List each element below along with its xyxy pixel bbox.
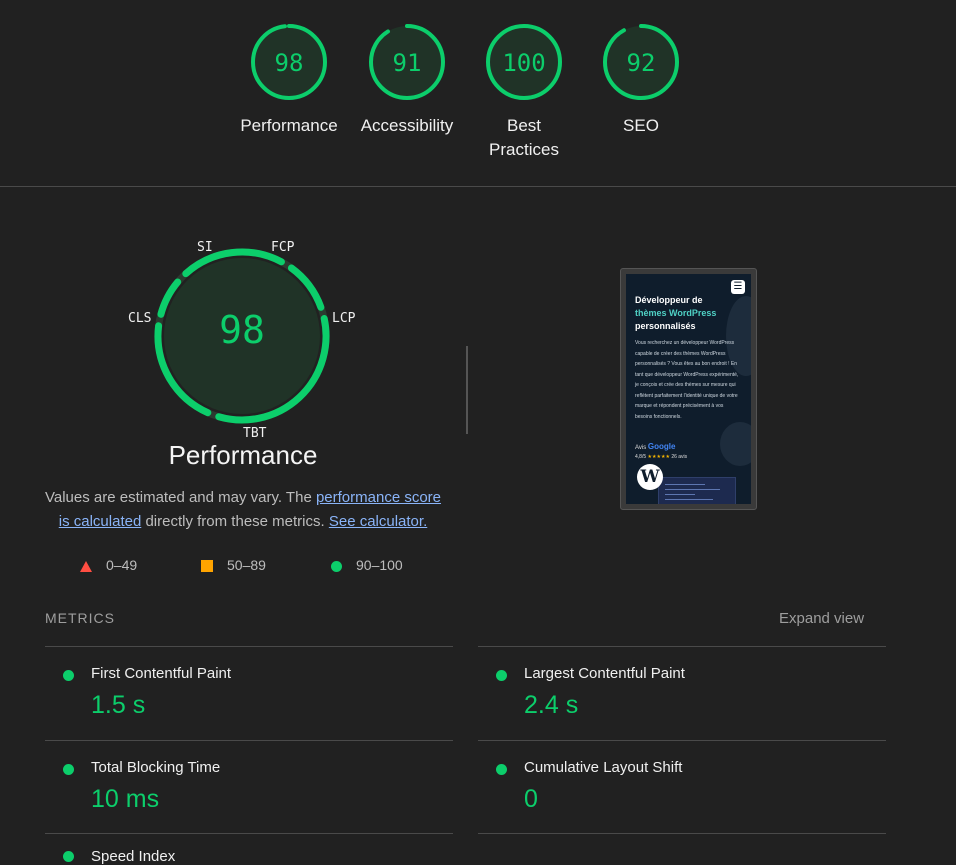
gauge-accessibility[interactable]: 91 Accessibility — [342, 22, 472, 138]
gauge-label: Accessibility — [360, 116, 454, 135]
pass-circle-icon — [63, 764, 74, 775]
header-divider — [0, 186, 956, 187]
metric-name: Largest Contentful Paint — [524, 665, 685, 682]
gauge-score: 91 — [392, 49, 422, 77]
gauge-label: Performance — [240, 116, 338, 135]
vertical-divider — [466, 346, 468, 434]
rating-value: 4,8/5 — [635, 454, 647, 460]
category-gauges: 98 Performance 91 Accessibility 100 Best… — [0, 0, 956, 186]
gauge-score: 100 — [502, 49, 546, 77]
metric-tbt: Total Blocking Time 10 ms — [45, 741, 453, 833]
legend-label: 50–89 — [227, 557, 266, 573]
note-text: Values are estimated and may vary. The — [44, 489, 316, 506]
gauge-score: 98 — [274, 49, 304, 77]
metric-name: Total Blocking Time — [91, 759, 221, 776]
triangle-icon — [80, 560, 92, 572]
score-note: Values are estimated and may vary. The p… — [40, 486, 446, 534]
reviews-prefix: Avis — [635, 445, 647, 451]
pass-circle-icon — [496, 764, 507, 775]
hamburger-menu-icon: ☰ — [731, 280, 745, 294]
star-icons: ★★★★★ — [647, 454, 670, 460]
metric-name: Cumulative Layout Shift — [524, 759, 683, 776]
gauge-label: Best Practices — [489, 116, 559, 159]
gauge-score: 92 — [626, 49, 656, 77]
metric-value: 2.4 s — [524, 691, 579, 719]
note-text: directly from these metrics. — [141, 513, 329, 530]
metric-cls: Cumulative Layout Shift 0 — [478, 741, 886, 833]
code-editor-image — [658, 477, 736, 504]
performance-title: Performance — [168, 440, 318, 470]
legend-pass: 90–100 — [331, 557, 403, 573]
legend-fail: 0–49 — [80, 557, 137, 573]
metric-name-si: Speed Index — [91, 848, 176, 865]
legend-average: 50–89 — [201, 557, 266, 573]
tag-cls[interactable]: CLS — [128, 311, 151, 326]
metric-lcp: Largest Contentful Paint 2.4 s — [478, 647, 886, 740]
gauge-performance[interactable]: 98 Performance — [224, 22, 354, 138]
heading-line: Développeur de — [635, 295, 703, 305]
pass-circle-icon — [63, 851, 74, 862]
pass-circle-icon — [496, 670, 507, 681]
tag-lcp[interactable]: LCP — [332, 311, 355, 326]
bg-circle — [720, 422, 751, 466]
performance-score: 98 — [219, 308, 265, 352]
metric-fcp: First Contentful Paint 1.5 s — [45, 647, 453, 740]
wordpress-logo-icon: W — [637, 464, 663, 490]
metrics-heading: METRICS — [45, 610, 115, 626]
legend-label: 90–100 — [356, 557, 403, 573]
gauge-seo[interactable]: 92 SEO — [576, 22, 706, 138]
tag-fcp[interactable]: FCP — [271, 240, 294, 255]
circle-icon — [331, 560, 342, 572]
final-screenshot[interactable]: ☰ Développeur de thèmes WordPress person… — [620, 268, 757, 510]
pass-circle-icon — [63, 670, 74, 681]
metric-divider — [45, 833, 453, 834]
heading-accent: thèmes WordPress — [635, 308, 717, 318]
screenshot-page: ☰ Développeur de thèmes WordPress person… — [626, 274, 751, 504]
google-logo: Google — [647, 442, 676, 451]
gauge-best-practices[interactable]: 100 Best Practices — [459, 22, 589, 162]
gauge-label: SEO — [623, 116, 659, 135]
metric-value: 10 ms — [91, 785, 160, 813]
square-icon — [201, 560, 213, 573]
metric-value: 1.5 s — [91, 691, 146, 719]
heading-line: personnalisés — [635, 321, 696, 331]
metric-value: 0 — [524, 785, 538, 813]
metric-name: First Contentful Paint — [91, 665, 232, 682]
screenshot-paragraph: Vous recherchez un développeur WordPress… — [635, 340, 739, 420]
tag-tbt[interactable]: TBT — [243, 426, 266, 441]
rating: 4,8/5 ★★★★★ 26 avis — [635, 454, 687, 460]
screenshot-heading: Développeur de thèmes WordPress personna… — [635, 294, 735, 333]
review-count: 26 avis — [671, 454, 688, 460]
metric-divider — [478, 833, 886, 834]
expand-view-toggle[interactable]: Expand view — [779, 610, 864, 627]
tag-si[interactable]: SI — [197, 240, 213, 255]
legend-label: 0–49 — [106, 557, 138, 573]
see-calculator-link[interactable]: See calculator. — [329, 513, 427, 530]
google-reviews: Avis Google — [635, 442, 675, 451]
